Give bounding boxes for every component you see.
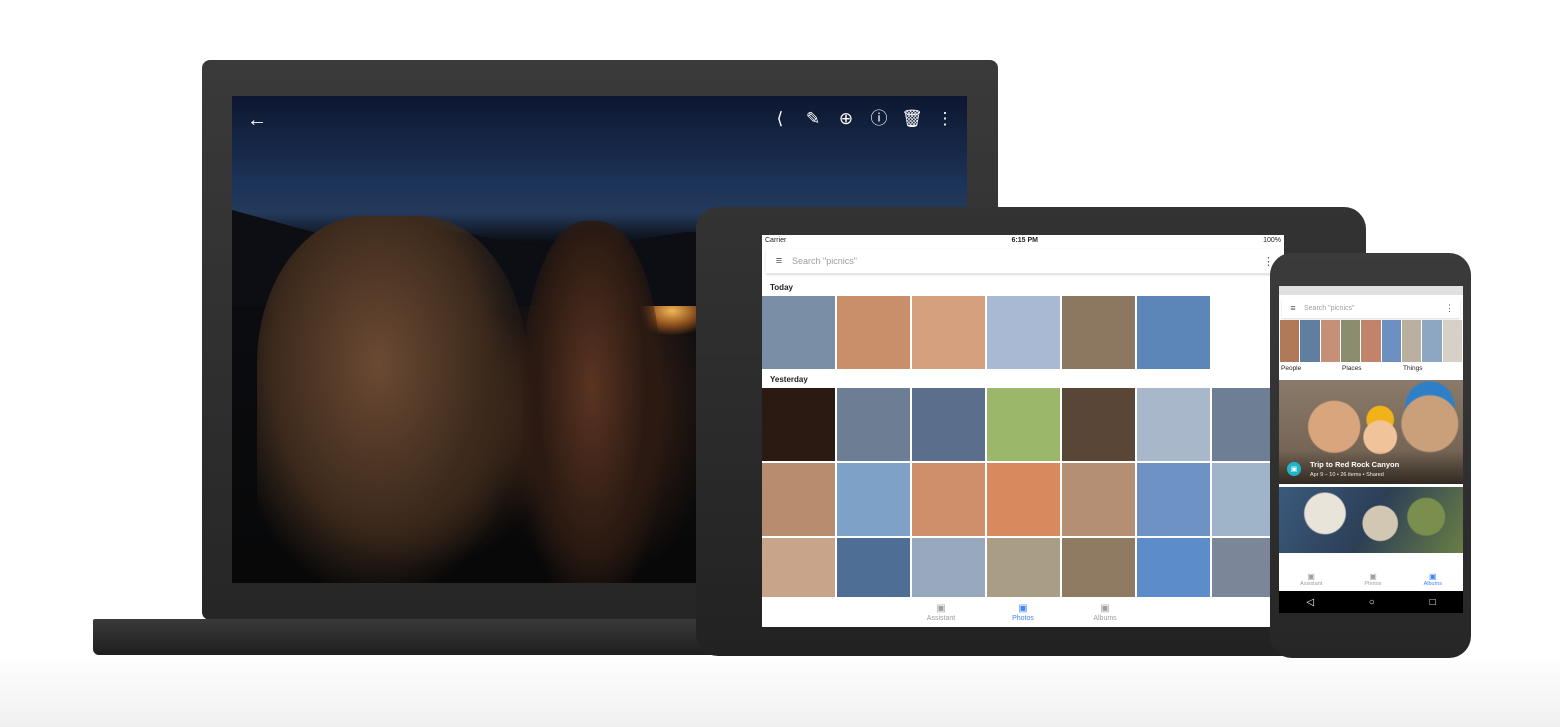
photo-thumbnail[interactable] (912, 296, 985, 369)
clock-label: 6:15 PM (1011, 237, 1038, 244)
shared-album-icon: ▣ (1287, 462, 1301, 476)
photo-thumbnail[interactable] (912, 388, 985, 461)
viewer-actions: ⟨ ✎ ⊕ ⓘ 🗑 ⋮ (768, 107, 957, 131)
tablet-bottom-nav: ▣ Assistant ▣ Photos ▣ Albums (762, 597, 1284, 627)
category-thumbnail (1341, 320, 1401, 362)
hamburger-menu-icon[interactable]: ≡ (766, 255, 792, 267)
category-label: People (1281, 365, 1302, 372)
tab-label: Photos (1012, 614, 1034, 622)
tab-assistant[interactable]: ▣ Assistant (1300, 567, 1322, 591)
floor-shadow (0, 655, 1560, 727)
tab-photos[interactable]: ▣ Photos (1364, 567, 1381, 591)
tab-label: Assistant (926, 614, 956, 622)
hamburger-menu-icon[interactable]: ≡ (1282, 303, 1304, 313)
tab-label: Photos (1364, 580, 1382, 587)
category-thumbnail (1280, 320, 1340, 362)
photo-thumbnail[interactable] (762, 463, 835, 536)
section-header-today: Today (770, 283, 793, 292)
photo-thumbnail[interactable] (1137, 463, 1210, 536)
category-people[interactable]: People (1280, 320, 1340, 377)
tab-albums[interactable]: ▣ Albums (1085, 597, 1125, 627)
tab-photos[interactable]: ▣ Photos (1003, 597, 1043, 627)
photo-thumbnail[interactable] (837, 388, 910, 461)
tab-label: Albums (1093, 614, 1117, 622)
photo-thumbnail[interactable] (837, 296, 910, 369)
photo-thumbnail[interactable] (762, 296, 835, 369)
photo-thumbnail[interactable] (987, 296, 1060, 369)
photo-thumbnail[interactable] (837, 463, 910, 536)
info-icon[interactable]: ⓘ (867, 107, 891, 131)
photo-thumbnail[interactable] (1137, 388, 1210, 461)
photo-row (762, 463, 1284, 536)
tab-albums[interactable]: ▣ Albums (1424, 567, 1442, 591)
more-vert-icon[interactable]: ⋮ (1445, 303, 1454, 314)
photos-icon: ▣ (1369, 571, 1377, 581)
category-label: Things (1403, 365, 1423, 372)
phone-bottom-nav: ▣ Assistant ▣ Photos ▣ Albums (1279, 567, 1463, 591)
album-card[interactable]: ▣ Trip to Red Rock Canyon Apr 9 – 10 • 2… (1279, 380, 1463, 484)
category-places[interactable]: Places (1341, 320, 1401, 377)
back-triangle-icon[interactable]: ◁ (1306, 597, 1314, 608)
tab-assistant[interactable]: ▣ Assistant (921, 597, 961, 627)
phone-status-bar (1279, 286, 1463, 295)
search-bar[interactable]: ≡ Search "picnics" ⋮ (1282, 298, 1460, 318)
search-input[interactable]: Search "picnics" (792, 256, 857, 266)
album-title: Trip to Red Rock Canyon (1310, 460, 1400, 469)
albums-icon: ▣ (1100, 602, 1110, 614)
category-label: Places (1342, 365, 1362, 372)
photo-thumbnail[interactable] (1062, 388, 1135, 461)
photo-thumbnail[interactable] (1062, 463, 1135, 536)
search-input[interactable]: Search "picnics" (1304, 305, 1355, 312)
carrier-label: Carrier (765, 237, 787, 244)
viewer-toolbar: ← ⟨ ✎ ⊕ ⓘ 🗑 ⋮ (232, 96, 967, 142)
assistant-icon: ▣ (936, 602, 946, 614)
phone-albums-app: ≡ Search "picnics" ⋮ People Places Things … (1279, 286, 1463, 613)
share-icon[interactable]: ⟨ (768, 107, 792, 131)
category-row: People Places Things (1279, 320, 1463, 377)
photo-thumbnail[interactable] (987, 463, 1060, 536)
photo-woman (257, 216, 527, 583)
tablet-photos-app: Carrier 6:15 PM 100% ≡ Search "picnics" … (762, 235, 1284, 627)
photo-boy (522, 221, 662, 583)
photo-thumbnail[interactable] (1062, 296, 1135, 369)
photo-thumbnail[interactable] (912, 463, 985, 536)
photo-row (762, 388, 1284, 461)
home-circle-icon[interactable]: ○ (1369, 597, 1375, 608)
yesterday-photo-grid (762, 388, 1284, 611)
photo-thumbnail[interactable] (987, 388, 1060, 461)
delete-icon[interactable]: 🗑 (900, 107, 924, 131)
zoom-in-icon[interactable]: ⊕ (834, 107, 858, 131)
more-vert-icon[interactable]: ⋮ (933, 107, 957, 131)
tablet-status-bar: Carrier 6:15 PM 100% (762, 235, 1284, 246)
back-arrow-icon[interactable]: ← (245, 108, 269, 132)
laptop-base (93, 619, 793, 655)
photos-icon: ▣ (1018, 602, 1028, 614)
search-bar[interactable]: ≡ Search "picnics" ⋮ (766, 249, 1280, 274)
edit-pencil-icon[interactable]: ✎ (801, 107, 825, 131)
battery-label: 100% (1263, 237, 1281, 244)
tab-label: Albums (1423, 580, 1442, 587)
today-photo-row (762, 296, 1284, 369)
recents-square-icon[interactable]: □ (1430, 597, 1436, 608)
albums-icon: ▣ (1429, 571, 1437, 581)
android-nav-bar: ◁ ○ □ (1279, 591, 1463, 613)
category-thumbnail (1402, 320, 1462, 362)
tab-label: Assistant (1300, 580, 1323, 587)
section-header-yesterday: Yesterday (770, 375, 808, 384)
category-things[interactable]: Things (1402, 320, 1462, 377)
album-card-food[interactable] (1279, 487, 1463, 553)
photo-thumbnail[interactable] (762, 388, 835, 461)
assistant-icon: ▣ (1307, 571, 1315, 581)
photo-thumbnail[interactable] (1137, 296, 1210, 369)
album-meta: Apr 9 – 10 • 26 items • Shared (1310, 472, 1384, 478)
